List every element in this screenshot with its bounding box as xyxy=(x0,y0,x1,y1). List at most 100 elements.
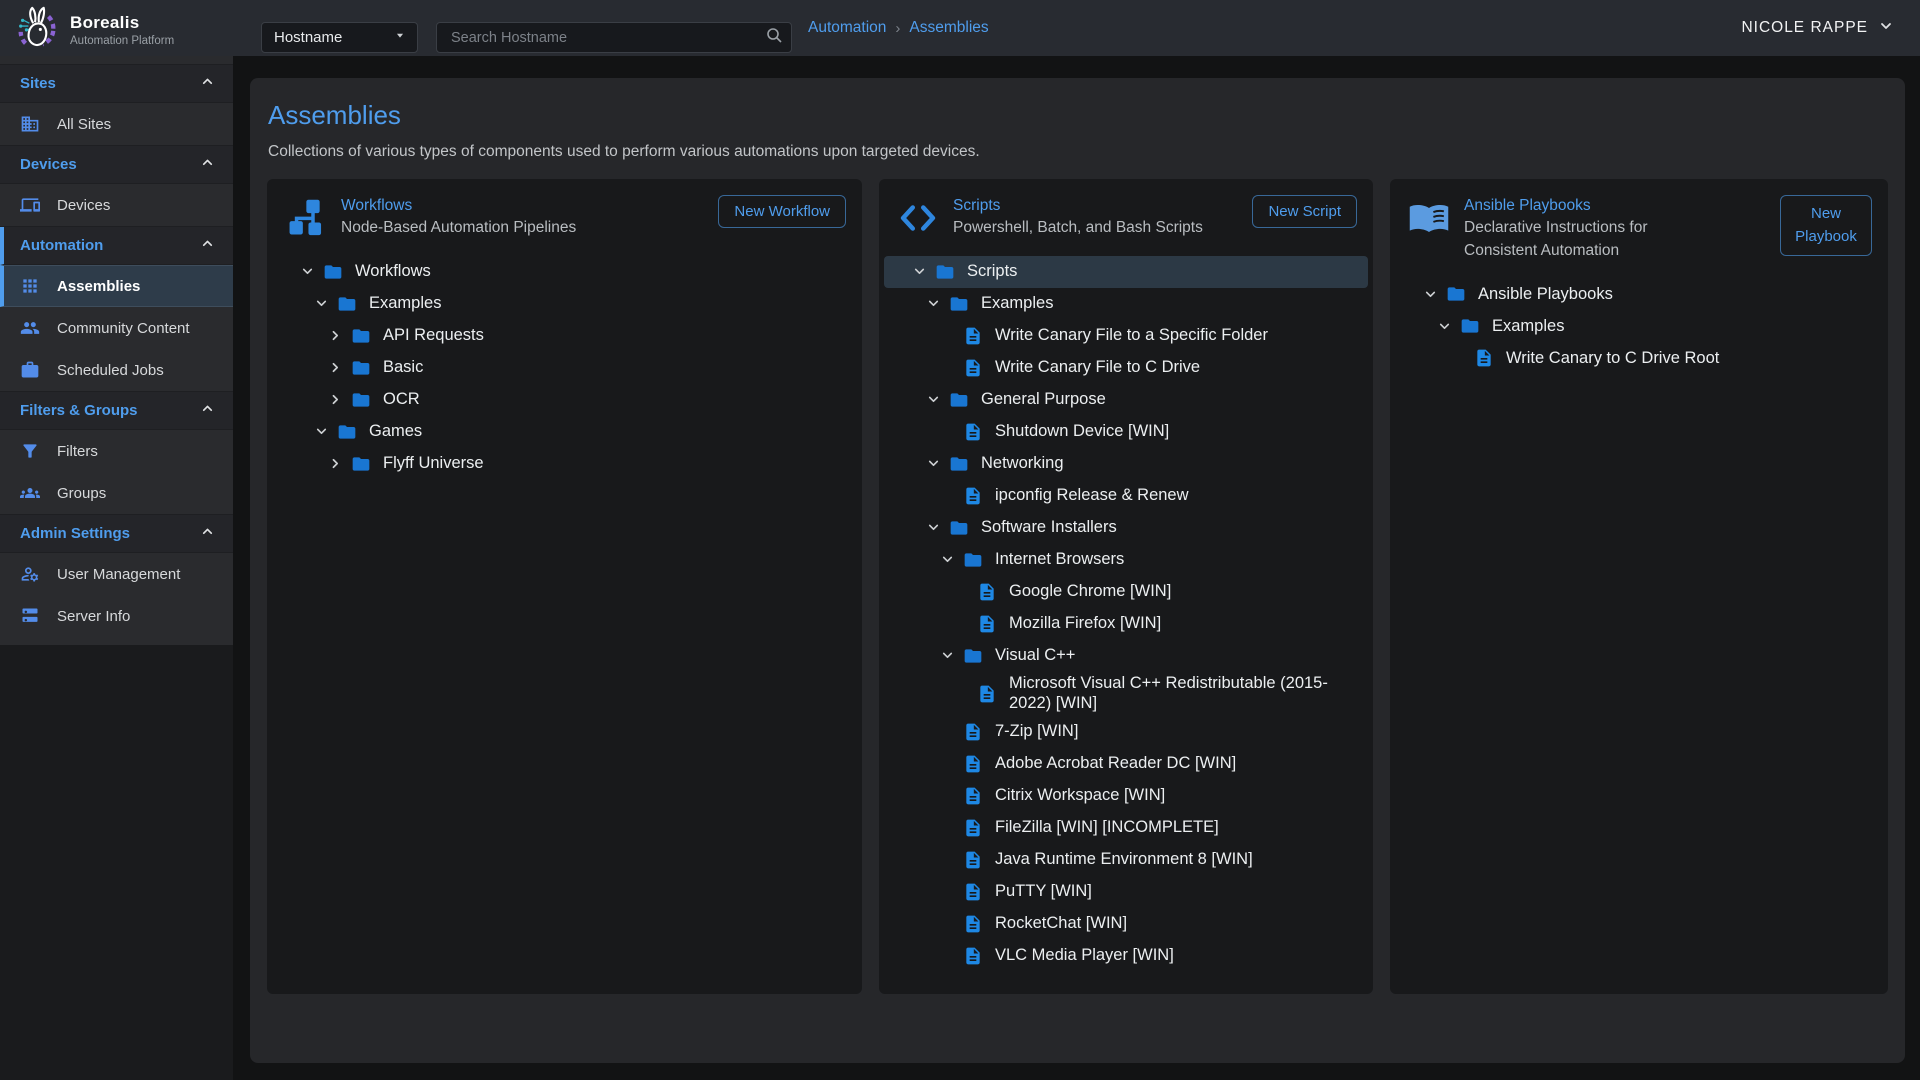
breadcrumb-separator: › xyxy=(895,20,900,37)
breadcrumb-automation[interactable]: Automation xyxy=(808,19,886,37)
tree-item-label: Write Canary File to a Specific Folder xyxy=(995,326,1268,346)
tree-file-item[interactable]: Google Chrome [WIN] xyxy=(884,576,1368,608)
tree-folder-item[interactable]: Examples xyxy=(1395,310,1883,342)
folder-icon xyxy=(351,358,371,378)
tree-file-item[interactable]: Write Canary File to a Specific Folder xyxy=(884,320,1368,352)
user-menu[interactable]: NICOLE RAPPE xyxy=(1741,0,1894,56)
tree-file-item[interactable]: FileZilla [WIN] [INCOMPLETE] xyxy=(884,812,1368,844)
tree-folder-item[interactable]: Software Installers xyxy=(884,512,1368,544)
tree-item-label: Software Installers xyxy=(981,518,1117,538)
tree-folder-item[interactable]: Examples xyxy=(884,288,1368,320)
chevron-right-icon[interactable] xyxy=(328,360,351,375)
tree-file-item[interactable]: PuTTY [WIN] xyxy=(884,876,1368,908)
new-workflow-button[interactable]: New Workflow xyxy=(718,195,846,228)
scripts-tree: Scripts Examples Write Canary File to a Sp… xyxy=(884,256,1368,972)
tree-folder-item[interactable]: Networking xyxy=(884,448,1368,480)
tree-folder-item[interactable]: Basic xyxy=(272,352,857,384)
workflows-tree: WorkflowsExamplesAPI RequestsBasicOCRGam… xyxy=(272,256,857,480)
sidebar-item-user-management[interactable]: User Management xyxy=(0,553,233,595)
borealis-logo xyxy=(14,5,60,56)
tree-folder-item[interactable]: Ansible Playbooks xyxy=(1395,278,1883,310)
tree-folder-item[interactable]: General Purpose xyxy=(884,384,1368,416)
sidebar-section-header-sites[interactable]: Sites xyxy=(0,65,233,103)
folder-icon xyxy=(337,294,357,314)
chevron-down-icon[interactable] xyxy=(940,648,963,663)
chevron-down-icon[interactable] xyxy=(314,424,337,439)
tree-file-item[interactable]: 7-Zip [WIN] xyxy=(884,716,1368,748)
tree-item-label: Scripts xyxy=(967,262,1017,282)
sidebar-item-all-sites[interactable]: All Sites xyxy=(0,103,233,145)
tree-item-label: Citrix Workspace [WIN] xyxy=(995,786,1165,806)
tree-file-item[interactable]: RocketChat [WIN] xyxy=(884,908,1368,940)
breadcrumb-assemblies[interactable]: Assemblies xyxy=(909,19,988,37)
tree-item-label: FileZilla [WIN] [INCOMPLETE] xyxy=(995,818,1219,838)
tree-file-item[interactable]: Citrix Workspace [WIN] xyxy=(884,780,1368,812)
sidebar-section-header-automation[interactable]: Automation xyxy=(0,227,233,265)
tree-item-label: Flyff Universe xyxy=(383,454,484,474)
tree-file-item[interactable]: Write Canary File to C Drive xyxy=(884,352,1368,384)
sidebar-section-header-admin-settings[interactable]: Admin Settings xyxy=(0,515,233,553)
tree-folder-item[interactable]: Visual C++ xyxy=(884,640,1368,672)
tree-file-item[interactable]: Mozilla Firefox [WIN] xyxy=(884,608,1368,640)
chevron-right-icon[interactable] xyxy=(328,456,351,471)
chevron-right-icon[interactable] xyxy=(328,328,351,343)
folder-icon xyxy=(949,518,969,538)
hostname-select[interactable]: Hostname xyxy=(261,22,418,53)
folder-icon xyxy=(963,550,983,570)
sidebar-section-header-filters-groups[interactable]: Filters & Groups xyxy=(0,392,233,430)
chevron-down-icon[interactable] xyxy=(926,520,949,535)
people-icon xyxy=(20,318,40,338)
tree-file-item[interactable]: VLC Media Player [WIN] xyxy=(884,940,1368,972)
folder-icon xyxy=(949,294,969,314)
sidebar-section-header-devices[interactable]: Devices xyxy=(0,146,233,184)
sidebar-item-groups[interactable]: Groups xyxy=(0,472,233,514)
sidebar-item-scheduled-jobs[interactable]: Scheduled Jobs xyxy=(0,349,233,391)
chevron-down-icon[interactable] xyxy=(314,296,337,311)
chevron-down-icon[interactable] xyxy=(940,552,963,567)
tree-item-label: Write Canary to C Drive Root xyxy=(1506,349,1719,369)
new-script-button[interactable]: New Script xyxy=(1252,195,1357,228)
tree-folder-item[interactable]: Internet Browsers xyxy=(884,544,1368,576)
sidebar-section-automation: AutomationAssembliesCommunity ContentSch… xyxy=(0,226,233,391)
new-playbook-button[interactable]: New Playbook xyxy=(1780,195,1872,256)
sidebar-item-assemblies[interactable]: Assemblies xyxy=(0,265,233,307)
tree-file-item[interactable]: Adobe Acrobat Reader DC [WIN] xyxy=(884,748,1368,780)
code-icon xyxy=(897,197,939,239)
chevron-down-icon[interactable] xyxy=(1423,287,1446,302)
tree-file-item[interactable]: Shutdown Device [WIN] xyxy=(884,416,1368,448)
tree-file-item[interactable]: Java Runtime Environment 8 [WIN] xyxy=(884,844,1368,876)
tree-file-item[interactable]: Microsoft Visual C++ Redistributable (20… xyxy=(884,672,1368,716)
chevron-down-icon[interactable] xyxy=(912,264,935,279)
panels-row: Workflows Node-Based Automation Pipeline… xyxy=(267,179,1888,994)
devices-icon xyxy=(20,195,40,215)
filter-icon xyxy=(20,441,40,461)
search-input[interactable] xyxy=(449,29,765,47)
tree-folder-item[interactable]: OCR xyxy=(272,384,857,416)
sidebar-item-devices[interactable]: Devices xyxy=(0,184,233,226)
tree-folder-item[interactable]: Examples xyxy=(272,288,857,320)
tree-folder-item[interactable]: Flyff Universe xyxy=(272,448,857,480)
tree-folder-item[interactable]: Workflows xyxy=(272,256,857,288)
chevron-down-icon[interactable] xyxy=(300,264,323,279)
tree-folder-item[interactable]: Games xyxy=(272,416,857,448)
chevron-down-icon[interactable] xyxy=(926,392,949,407)
chevron-right-icon[interactable] xyxy=(328,392,351,407)
file-icon xyxy=(977,582,997,602)
workflow-icon xyxy=(285,197,327,239)
chevron-down-icon[interactable] xyxy=(1437,319,1460,334)
grid-icon xyxy=(20,276,40,296)
tree-file-item[interactable]: ipconfig Release & Renew xyxy=(884,480,1368,512)
search-icon[interactable] xyxy=(765,26,783,49)
folder-icon xyxy=(949,454,969,474)
sidebar-item-filters[interactable]: Filters xyxy=(0,430,233,472)
chevron-down-icon[interactable] xyxy=(926,456,949,471)
tree-folder-item[interactable]: API Requests xyxy=(272,320,857,352)
tree-folder-item[interactable]: Scripts xyxy=(884,256,1368,288)
tree-file-item[interactable]: Write Canary to C Drive Root xyxy=(1395,342,1883,374)
sidebar-item-community-content[interactable]: Community Content xyxy=(0,307,233,349)
file-icon xyxy=(963,882,983,902)
playbooks-tree: Ansible PlaybooksExamples Write Canary to… xyxy=(1395,278,1883,374)
sidebar-item-server-info[interactable]: Server Info xyxy=(0,595,233,637)
chevron-down-icon[interactable] xyxy=(926,296,949,311)
chevron-up-icon xyxy=(200,401,215,421)
